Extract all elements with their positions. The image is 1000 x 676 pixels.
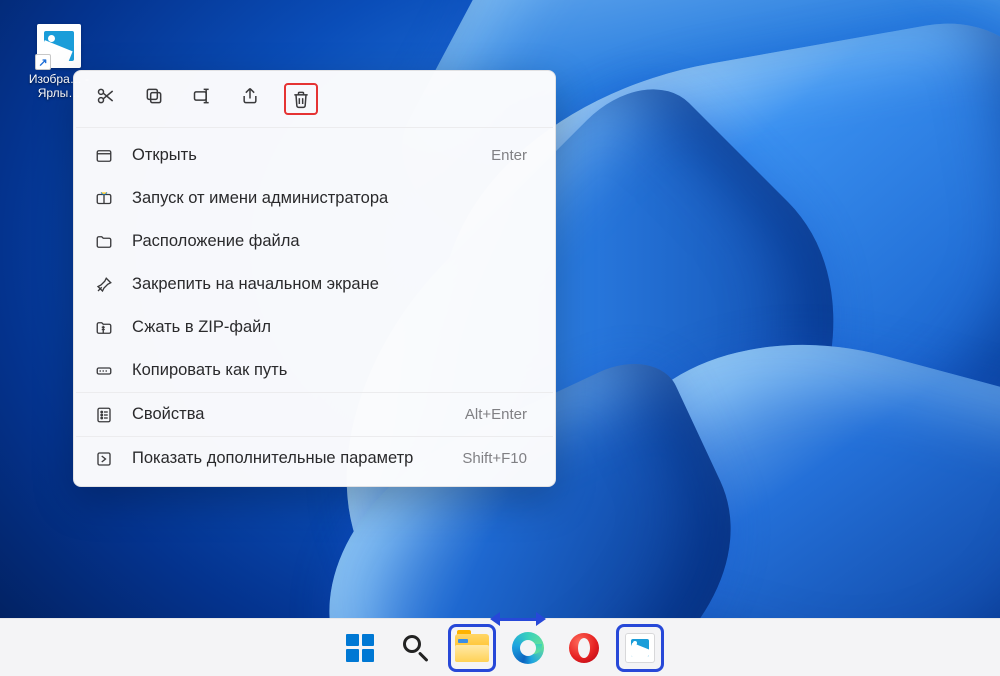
image-app-icon xyxy=(625,633,655,663)
opera-icon xyxy=(569,633,599,663)
image-shortcut-icon: ↗ xyxy=(37,24,81,68)
menu-item-file-location[interactable]: Расположение файла xyxy=(74,220,555,263)
menu-item-label: Свойства xyxy=(132,405,465,424)
taskbar-edge[interactable] xyxy=(506,626,550,670)
menu-item-label: Открыть xyxy=(132,146,491,165)
file-explorer-icon xyxy=(455,634,489,662)
start-button[interactable] xyxy=(338,626,382,670)
share-icon xyxy=(240,86,260,106)
search-button[interactable] xyxy=(394,626,438,670)
taskbar xyxy=(0,618,1000,676)
properties-icon xyxy=(94,405,114,425)
rename-button[interactable] xyxy=(188,83,216,109)
menu-item-label: Показать дополнительные параметр xyxy=(132,449,462,468)
folder-icon xyxy=(94,232,114,252)
shield-icon xyxy=(94,189,114,209)
window-icon xyxy=(94,146,114,166)
menu-item-shortcut: Shift+F10 xyxy=(462,450,527,467)
context-menu-toolbar xyxy=(74,71,555,127)
shortcut-arrow-icon: ↗ xyxy=(35,54,51,70)
menu-item-label: Копировать как путь xyxy=(132,361,527,380)
copy-button[interactable] xyxy=(140,83,168,109)
menu-item-shortcut: Alt+Enter xyxy=(465,406,527,423)
menu-item-run-as-admin[interactable]: Запуск от имени администратора xyxy=(74,177,555,220)
edge-icon xyxy=(512,632,544,664)
pin-icon xyxy=(94,275,114,295)
context-menu-items: Открыть Enter Запуск от имени администра… xyxy=(74,128,555,480)
menu-item-shortcut: Enter xyxy=(491,147,527,164)
menu-item-open[interactable]: Открыть Enter xyxy=(74,134,555,177)
zip-icon xyxy=(94,318,114,338)
desktop[interactable]: ↗ Изобра… - Ярлы… xyxy=(0,0,1000,618)
search-icon xyxy=(401,633,431,663)
menu-item-copy-as-path[interactable]: Копировать как путь xyxy=(74,349,555,392)
scissors-icon xyxy=(96,86,116,106)
copy-icon xyxy=(144,86,164,106)
menu-item-properties[interactable]: Свойства Alt+Enter xyxy=(74,393,555,436)
rename-icon xyxy=(192,86,212,106)
menu-item-show-more[interactable]: Показать дополнительные параметр Shift+F… xyxy=(74,437,555,480)
menu-item-label: Закрепить на начальном экране xyxy=(132,275,527,294)
path-icon xyxy=(94,361,114,381)
taskbar-opera[interactable] xyxy=(562,626,606,670)
context-menu: Открыть Enter Запуск от имени администра… xyxy=(73,70,556,487)
menu-item-label: Запуск от имени администратора xyxy=(132,189,527,208)
menu-item-compress-zip[interactable]: Сжать в ZIP-файл xyxy=(74,306,555,349)
delete-button[interactable] xyxy=(284,83,318,115)
menu-item-pin-start[interactable]: Закрепить на начальном экране xyxy=(74,263,555,306)
more-icon xyxy=(94,449,114,469)
trash-icon xyxy=(291,89,311,109)
taskbar-image-app[interactable] xyxy=(618,626,662,670)
menu-item-label: Сжать в ZIP-файл xyxy=(132,318,527,337)
taskbar-explorer[interactable] xyxy=(450,626,494,670)
cut-button[interactable] xyxy=(92,83,120,109)
share-button[interactable] xyxy=(236,83,264,109)
menu-item-label: Расположение файла xyxy=(132,232,527,251)
windows-logo-icon xyxy=(346,634,374,662)
